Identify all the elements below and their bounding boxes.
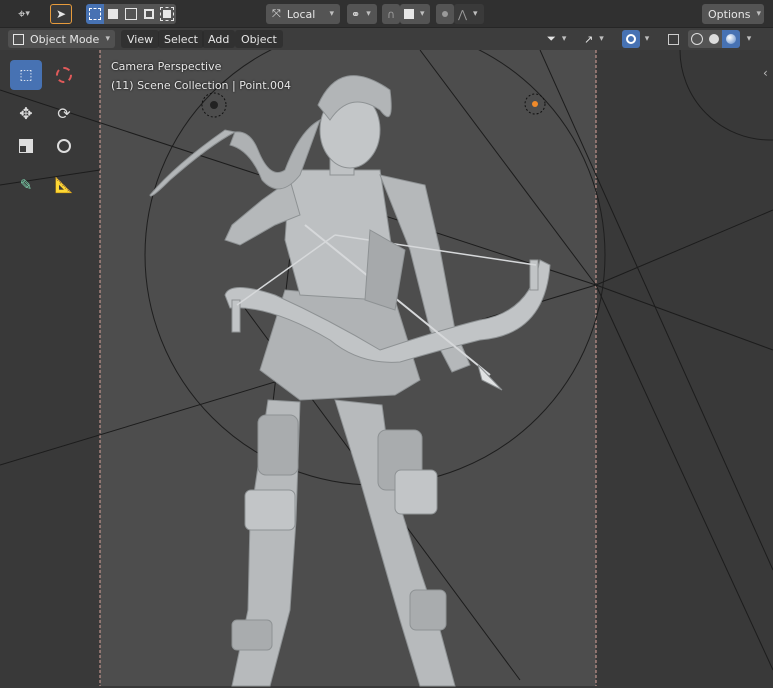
move-icon: ✥ (19, 103, 33, 123)
sidebar-toggle-handle[interactable]: ‹ (763, 66, 773, 80)
tool-select-box[interactable]: ⬚ (10, 60, 42, 90)
menu-object[interactable]: Object (235, 30, 283, 48)
select-mode-extend[interactable] (104, 4, 122, 24)
options-dropdown[interactable]: Options ▾ (702, 4, 764, 24)
select-box-subtract-icon (125, 8, 137, 20)
chevron-down-icon: ▾ (420, 9, 425, 19)
proportional-editing-icon (442, 11, 448, 17)
chevron-down-icon: ▾ (25, 9, 30, 19)
tool-annotate[interactable]: ✎ (10, 170, 42, 200)
menu-select[interactable]: Select (158, 30, 204, 48)
menu-add[interactable]: Add (202, 30, 236, 48)
overlays-dropdown[interactable]: ▾ (640, 30, 654, 48)
solid-icon (708, 34, 719, 44)
tool-settings-header: ⌖ ▾ ➤ ⤧ Local ▾ ⚭ ▾ ∩ ▾ ⋀ ▾ Options ▾ (0, 0, 773, 28)
chevron-down-icon: ▾ (756, 9, 761, 19)
shading-solid[interactable] (705, 30, 722, 48)
snap-toggle[interactable]: ∩ (382, 4, 400, 24)
editor-type-selector[interactable]: ⌖ ▾ (8, 4, 40, 24)
chevron-down-icon: ▾ (473, 9, 478, 19)
tool-measure[interactable]: 📐 (48, 170, 80, 200)
overlays-icon (626, 34, 636, 44)
menu-object-label: Object (241, 32, 277, 46)
blender-3d-viewport: ⌖ ▾ ➤ ⤧ Local ▾ ⚭ ▾ ∩ ▾ ⋀ ▾ Options ▾ Ob… (0, 0, 773, 688)
select-mode-difference[interactable] (140, 4, 158, 24)
gizmo-dropdown[interactable]: ↗ ▾ (580, 30, 612, 48)
tool-rotate[interactable]: ⟳ (48, 98, 80, 128)
falloff-icon: ⋀ (458, 7, 468, 21)
3d-cursor-icon (56, 67, 72, 83)
3d-viewport[interactable] (0, 50, 773, 688)
orientation-icon: ⤧ (272, 7, 281, 20)
select-mode-intersect[interactable] (158, 4, 176, 24)
cursor-arrow-icon: ➤ (55, 7, 67, 21)
select-box-extend-icon (108, 9, 118, 19)
viewport-collection-label: (11) Scene Collection | Point.004 (111, 79, 292, 92)
proportional-falloff-dropdown[interactable]: ⋀ ▾ (454, 4, 484, 24)
mode-dropdown[interactable]: Object Mode ▾ (8, 30, 115, 48)
xray-toggle[interactable] (664, 30, 682, 48)
transform-icon (57, 139, 71, 153)
visibility-dropdown[interactable]: ⏷ ▾ (543, 30, 575, 48)
tool-transform[interactable] (48, 131, 80, 161)
select-mode-subtract[interactable] (122, 4, 140, 24)
filter-icon: ⏷ (547, 32, 556, 45)
snap-target-dropdown[interactable]: ▾ (400, 4, 430, 24)
wireframe-icon (690, 33, 703, 45)
menu-add-label: Add (208, 32, 230, 46)
tool-cursor[interactable] (48, 60, 80, 90)
link-icon: ⚭ (351, 7, 361, 21)
measure-ruler-icon: 📐 (54, 176, 74, 194)
options-label: Options (708, 7, 751, 21)
material-preview-icon (726, 34, 736, 44)
select-box-new-icon (89, 8, 101, 20)
pivot-point-dropdown[interactable]: ⚭ ▾ (347, 4, 377, 24)
gizmo-icon: ↗ (584, 32, 594, 46)
editor-type-icon: ⌖ (18, 6, 26, 22)
select-box-intersect-icon (160, 7, 174, 21)
select-box-difference-icon (144, 9, 154, 19)
chevron-down-icon: ▾ (329, 9, 334, 19)
viewport-scene (0, 50, 773, 688)
active-tool-button[interactable]: ➤ (50, 4, 72, 24)
orientation-label: Local (286, 7, 316, 21)
select-mode-new[interactable] (86, 4, 104, 24)
magnet-icon: ∩ (386, 7, 396, 21)
xray-icon (667, 33, 679, 45)
tool-scale[interactable] (10, 131, 42, 161)
cursor-arrow-icon: ⬚ (19, 67, 33, 83)
chevron-down-icon: ▾ (105, 34, 110, 44)
chevron-down-icon: ▾ (599, 34, 604, 44)
proportional-editing-toggle[interactable] (436, 4, 454, 24)
chevron-down-icon: ▾ (746, 34, 752, 44)
snap-increment-icon (404, 9, 414, 19)
chevron-down-icon: ▾ (366, 9, 371, 19)
overlays-toggle[interactable] (622, 30, 640, 48)
rotate-icon: ⟳ (57, 103, 71, 123)
menu-view[interactable]: View (121, 30, 160, 48)
scale-icon (19, 139, 33, 153)
object-mode-icon (13, 33, 24, 45)
menu-view-label: View (127, 32, 154, 46)
annotate-pencil-icon: ✎ (19, 176, 33, 194)
shading-dropdown[interactable]: ▾ (742, 30, 756, 48)
shading-wireframe[interactable] (688, 30, 705, 48)
viewport-camera-label: Camera Perspective (111, 60, 222, 73)
chevron-down-icon: ▾ (561, 34, 567, 44)
shading-material-preview[interactable] (722, 30, 740, 48)
mode-label: Object Mode (30, 32, 100, 46)
chevron-down-icon: ▾ (644, 34, 650, 44)
transform-orientation-dropdown[interactable]: ⤧ Local ▾ (266, 4, 340, 24)
menu-select-label: Select (164, 32, 198, 46)
tool-move[interactable]: ✥ (10, 98, 42, 128)
